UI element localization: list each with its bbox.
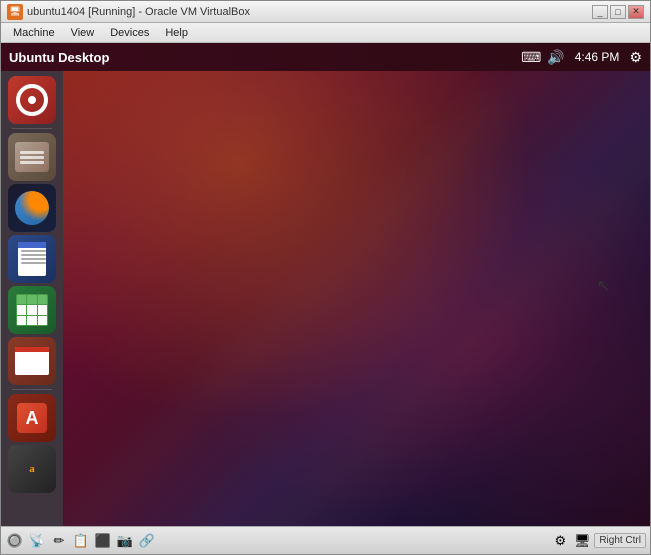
right-ctrl-button[interactable]: Right Ctrl bbox=[594, 533, 646, 548]
calc-cell-7 bbox=[17, 316, 26, 325]
calc-cell-6 bbox=[38, 305, 47, 314]
taskbar-icon-6[interactable]: 📷 bbox=[115, 531, 135, 551]
calc-cell-8 bbox=[27, 316, 36, 325]
menu-bar: Machine View Devices Help bbox=[1, 23, 650, 43]
desktop-area: A a ↖ bbox=[1, 71, 650, 526]
drawer-line-2 bbox=[20, 156, 44, 159]
writer-line-3 bbox=[21, 258, 46, 260]
calc-cell-3 bbox=[38, 295, 47, 304]
ubuntu-topbar: Ubuntu Desktop ⌨ 🔊 4:46 PM ⚙ bbox=[1, 43, 650, 71]
drawer-line-1 bbox=[20, 151, 44, 154]
taskbar-icon-5[interactable]: ⬛ bbox=[93, 531, 113, 551]
calc-cell-5 bbox=[27, 305, 36, 314]
menu-help[interactable]: Help bbox=[157, 25, 196, 41]
close-button[interactable]: ✕ bbox=[628, 5, 644, 19]
minimize-button[interactable]: _ bbox=[592, 5, 608, 19]
launcher-divider-1 bbox=[12, 128, 52, 129]
launcher-icon-calc[interactable] bbox=[8, 286, 56, 334]
menu-devices[interactable]: Devices bbox=[102, 25, 157, 41]
launcher-divider-2 bbox=[12, 389, 52, 390]
writer-line-4 bbox=[21, 262, 46, 264]
taskbar: 🔘 📡 ✏ 📋 ⬛ 📷 🔗 ⚙ 🖥 Right Ctrl bbox=[1, 526, 650, 554]
unity-launcher: A a bbox=[1, 71, 63, 526]
ubuntu-logo bbox=[16, 84, 48, 116]
calc-cell-4 bbox=[17, 305, 26, 314]
calc-spreadsheet-graphic bbox=[16, 294, 48, 326]
menu-machine[interactable]: Machine bbox=[5, 25, 63, 41]
launcher-icon-impress[interactable] bbox=[8, 337, 56, 385]
maximize-button[interactable]: □ bbox=[610, 5, 626, 19]
launcher-icon-firefox[interactable] bbox=[8, 184, 56, 232]
taskbar-settings-icon[interactable]: ⚙ bbox=[550, 531, 570, 551]
launcher-icon-writer[interactable] bbox=[8, 235, 56, 283]
virtualbox-window: 🖥 ubuntu1404 [Running] - Oracle VM Virtu… bbox=[0, 0, 651, 555]
launcher-icon-ubuntu[interactable] bbox=[8, 76, 56, 124]
settings-icon[interactable]: ⚙ bbox=[629, 49, 642, 66]
taskbar-icon-3[interactable]: ✏ bbox=[49, 531, 69, 551]
launcher-icon-amazon[interactable]: a bbox=[8, 445, 56, 493]
topbar-clock[interactable]: 4:46 PM bbox=[575, 50, 620, 64]
taskbar-vm-icon[interactable]: 🖥 bbox=[572, 531, 592, 551]
launcher-icon-appstore[interactable]: A bbox=[8, 394, 56, 442]
firefox-flame bbox=[15, 191, 49, 225]
taskbar-icon-1[interactable]: 🔘 bbox=[5, 531, 25, 551]
ubuntu-desktop-label: Ubuntu Desktop bbox=[9, 50, 521, 65]
topbar-icons: ⌨ 🔊 4:46 PM ⚙ bbox=[521, 49, 642, 66]
writer-line-1 bbox=[21, 250, 46, 252]
writer-line-2 bbox=[21, 254, 46, 256]
window-title: ubuntu1404 [Running] - Oracle VM Virtual… bbox=[27, 6, 592, 18]
firefox-globe bbox=[15, 191, 49, 225]
drawer-line-3 bbox=[20, 161, 44, 164]
window-controls: _ □ ✕ bbox=[592, 5, 644, 19]
appstore-bag-graphic: A bbox=[17, 403, 47, 433]
taskbar-icon-7[interactable]: 🔗 bbox=[137, 531, 157, 551]
taskbar-icon-2[interactable]: 📡 bbox=[27, 531, 47, 551]
launcher-icon-files[interactable] bbox=[8, 133, 56, 181]
files-icon-graphic bbox=[15, 142, 49, 172]
writer-lines bbox=[18, 242, 46, 264]
calc-cell-9 bbox=[38, 316, 47, 325]
amazon-text-graphic: a bbox=[29, 463, 35, 475]
calc-cell-2 bbox=[27, 295, 36, 304]
app-icon: 🖥 bbox=[7, 4, 23, 20]
taskbar-left: 🔘 📡 ✏ 📋 ⬛ 📷 🔗 bbox=[5, 531, 550, 551]
keyboard-layout-icon[interactable]: ⌨ bbox=[521, 49, 541, 66]
taskbar-icon-4[interactable]: 📋 bbox=[71, 531, 91, 551]
impress-slide-graphic bbox=[15, 347, 49, 375]
calc-cell-1 bbox=[17, 295, 26, 304]
writer-doc-graphic bbox=[18, 242, 46, 276]
volume-icon[interactable]: 🔊 bbox=[547, 49, 564, 66]
desktop-background[interactable]: ↖ bbox=[63, 71, 650, 526]
mouse-cursor: ↖ bbox=[597, 276, 610, 296]
taskbar-right: ⚙ 🖥 Right Ctrl bbox=[550, 531, 646, 551]
title-bar: 🖥 ubuntu1404 [Running] - Oracle VM Virtu… bbox=[1, 1, 650, 23]
menu-view[interactable]: View bbox=[63, 25, 103, 41]
